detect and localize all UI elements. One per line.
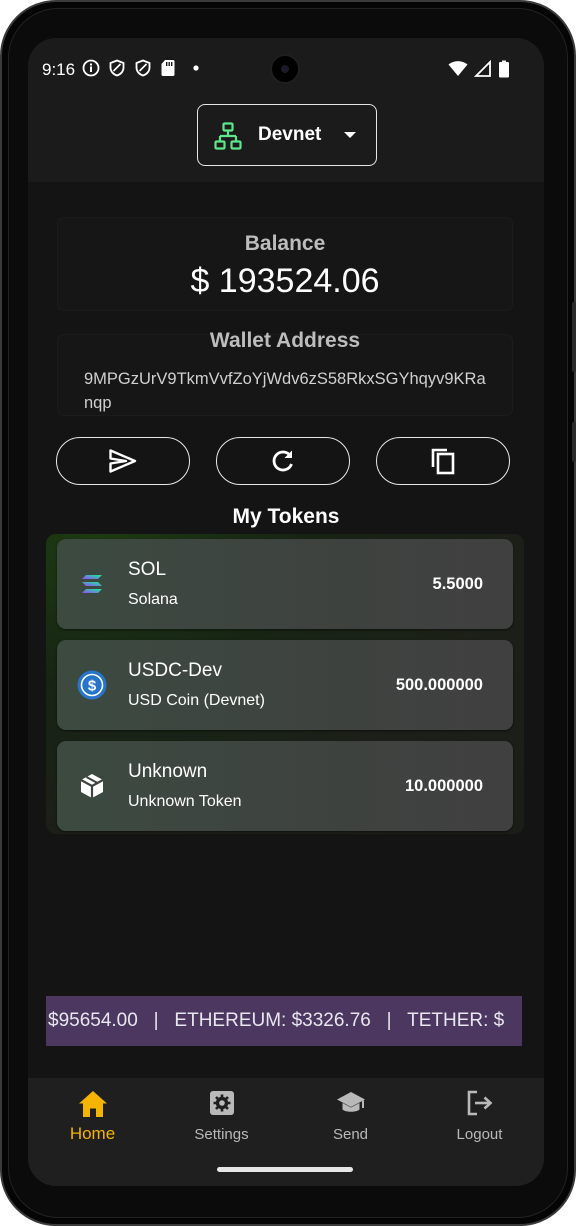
ticker-text: $95654.00 | ETHEREUM: $3326.76 | TETHER:…: [48, 1010, 505, 1031]
network-selector[interactable]: Devnet: [197, 104, 377, 166]
balance-value: $ 193524.06: [190, 262, 380, 300]
cube-icon: [80, 774, 104, 798]
dropdown-caret-icon: [344, 132, 356, 138]
token-item-sol[interactable]: SOL Solana 5.5000: [57, 539, 513, 629]
token-amount: 5.5000: [432, 575, 483, 593]
shield-icon: [109, 59, 125, 77]
svg-text:$: $: [88, 678, 97, 695]
status-icons-left: [82, 59, 202, 77]
screen: 9:16 Devnet Balance $ 193524.06 Wallet A…: [28, 38, 544, 1186]
shield-icon: [135, 59, 151, 77]
price-ticker: $95654.00 | ETHEREUM: $3326.76 | TETHER:…: [46, 996, 522, 1046]
balance-title: Balance: [244, 232, 326, 255]
nav-label-send: Send: [332, 1126, 369, 1143]
volume-button: [572, 302, 576, 372]
wallet-address-title: Wallet Address: [209, 329, 361, 352]
tokens-list: SOL Solana 5.5000 $ USDC-Dev USD Coin (D…: [46, 534, 524, 834]
nav-item-send[interactable]: Send: [286, 1078, 415, 1158]
token-symbol: USDC-Dev: [128, 660, 222, 681]
send-icon: [109, 449, 137, 473]
nav-label-settings: Settings: [194, 1126, 249, 1143]
app-header: Devnet: [28, 100, 544, 182]
refresh-button[interactable]: [216, 437, 350, 485]
settings-icon: [209, 1091, 234, 1115]
token-item-usdc[interactable]: $ USDC-Dev USD Coin (Devnet) 500.000000: [57, 640, 513, 730]
my-tokens-title: My Tokens: [232, 505, 340, 528]
status-icons-right: [448, 60, 510, 78]
nav-label-home: Home: [69, 1124, 116, 1143]
usdc-icon: $: [77, 670, 107, 700]
logout-icon: [467, 1090, 492, 1116]
signal-icon: [474, 60, 491, 77]
front-camera: [270, 54, 300, 84]
token-amount: 500.000000: [395, 676, 483, 694]
nav-item-logout[interactable]: Logout: [415, 1078, 544, 1158]
status-time: 9:16: [42, 60, 76, 79]
token-name: USD Coin (Devnet): [128, 692, 265, 709]
solana-icon: [82, 575, 102, 593]
wallet-address-value: 9MPGzUrV9TkmVvfZoYjWdv6zS58RkxSGYhqyv9KR…: [84, 370, 486, 412]
token-symbol: SOL: [128, 559, 167, 580]
nav-label-logout: Logout: [456, 1126, 503, 1143]
wallet-address-card: Wallet Address 9MPGzUrV9TkmVvfZoYjWdv6zS…: [58, 329, 512, 415]
balance-card: Balance $ 193524.06: [58, 218, 512, 310]
phone-frame: 9:16 Devnet Balance $ 193524.06 Wallet A…: [0, 0, 576, 1226]
refresh-icon: [272, 450, 293, 472]
power-button: [572, 422, 576, 462]
network-label: Devnet: [258, 124, 322, 145]
token-name: Unknown Token: [128, 793, 242, 810]
sd-card-icon: [161, 60, 175, 76]
battery-icon: [499, 60, 509, 78]
token-amount: 10.000000: [405, 777, 483, 795]
network-tree-icon: [214, 122, 242, 150]
copy-address-button[interactable]: [376, 437, 510, 485]
bottom-nav: Home Settings Send Logout: [28, 1078, 544, 1186]
copy-icon: [431, 448, 455, 475]
nav-item-settings[interactable]: Settings: [157, 1078, 286, 1158]
home-indicator[interactable]: [217, 1167, 353, 1172]
home-icon: [78, 1091, 107, 1117]
send-button[interactable]: [56, 437, 190, 485]
school-icon: [336, 1092, 365, 1112]
token-item-unknown[interactable]: Unknown Unknown Token 10.000000: [57, 741, 513, 831]
info-icon: [82, 59, 100, 77]
dot-icon: [193, 65, 199, 71]
token-name: Solana: [128, 591, 178, 608]
wifi-icon: [448, 61, 468, 76]
token-symbol: Unknown: [128, 761, 208, 782]
status-bar: 9:16: [28, 38, 544, 100]
nav-item-home[interactable]: Home: [28, 1078, 157, 1158]
